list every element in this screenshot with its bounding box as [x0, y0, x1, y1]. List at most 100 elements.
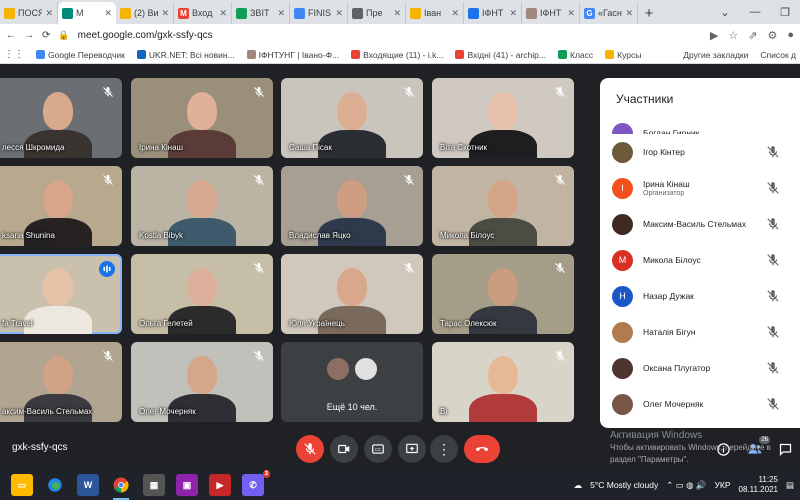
bookmark-item[interactable]: Вхідні (41) - archip... [455, 50, 546, 60]
more-participants-tile[interactable]: Ещё 10 чел. [281, 342, 423, 422]
clock[interactable]: 11:25 08.11.2021 [739, 475, 778, 495]
participant-video-tile[interactable]: лесся Шкромида [0, 78, 122, 158]
new-tab-button[interactable]: + [638, 2, 660, 24]
participant-video-tile[interactable]: Владислав Яцко [281, 166, 423, 246]
camera-toggle-button[interactable] [330, 435, 358, 463]
participant-video-tile[interactable]: Віта Скотник [432, 78, 574, 158]
reload-icon[interactable]: ⟳ [42, 30, 50, 41]
participant-row[interactable]: Оксана Плугатор [600, 350, 800, 386]
mic-muted-icon[interactable] [766, 217, 780, 231]
mic-muted-icon[interactable] [766, 145, 780, 159]
participant-video-tile[interactable]: Ві [432, 342, 574, 422]
bookmark-item[interactable]: Курсы [605, 50, 641, 60]
tab-close-icon[interactable]: ✕ [219, 8, 227, 19]
browser-tab[interactable]: M Вход ✕ [174, 2, 232, 24]
weather-icon[interactable]: ☁ [574, 480, 583, 491]
profile-icon[interactable]: ● [787, 29, 794, 42]
participant-row[interactable]: Н Назар Дужак [600, 278, 800, 314]
participant-video-tile[interactable]: Олег Мочерняк [131, 342, 273, 422]
mic-toggle-button[interactable] [296, 435, 324, 463]
participant-video-tile[interactable]: Kostia Bibyk [131, 166, 273, 246]
forward-icon[interactable]: → [24, 30, 34, 41]
bookmark-folder[interactable]: Список д [760, 50, 796, 60]
weather-text[interactable]: 5°C Mostly cloudy [590, 480, 658, 490]
mic-muted-icon[interactable] [766, 289, 780, 303]
camera-indicator-icon[interactable]: ▶ [710, 29, 718, 42]
tab-close-icon[interactable]: ✕ [161, 8, 169, 19]
browser-tab[interactable]: Пре ✕ [348, 2, 406, 24]
word-icon[interactable]: W [77, 474, 99, 496]
back-icon[interactable]: ← [6, 30, 16, 41]
bookmark-item[interactable]: Google Переводчик [36, 50, 125, 60]
participant-row[interactable]: Максим-Василь Стельмах [600, 206, 800, 242]
participant-video-tile[interactable]: аксим-Василь Стельмах [0, 342, 122, 422]
edge-icon[interactable] [44, 474, 66, 496]
calculator-icon[interactable]: ▦ [143, 474, 165, 496]
participant-video-tile[interactable]: Саша Пісак [281, 78, 423, 158]
extension-icon[interactable]: ⇗ [748, 29, 757, 42]
browser-tab[interactable]: M ✕ [58, 2, 116, 24]
browser-tab[interactable]: G «Гасн ✕ [580, 2, 638, 24]
mic-muted-icon[interactable] [766, 361, 780, 375]
participant-row[interactable]: Олег Мочерняк [600, 386, 800, 422]
tray-icons[interactable]: ⌃ ▭ ◍ 🔊 [666, 480, 706, 491]
tab-close-icon[interactable]: ✕ [45, 8, 53, 19]
bookmark-item[interactable]: Входящие (11) - i.k... [351, 50, 443, 60]
viber-icon[interactable]: ✆ 3 [242, 470, 270, 496]
chat-button[interactable] [776, 440, 794, 458]
participant-row[interactable]: Богдан Гирник [600, 120, 800, 134]
mic-muted-icon[interactable] [766, 181, 780, 195]
mic-muted-icon[interactable] [766, 397, 780, 411]
browser-tab[interactable]: ІФНТ ✕ [522, 2, 580, 24]
participant-video-tile[interactable]: Микола Білоус [432, 166, 574, 246]
participant-row[interactable]: М Микола Білоус [600, 242, 800, 278]
browser-tab[interactable]: (2) Ви ✕ [116, 2, 174, 24]
tab-close-icon[interactable]: ✕ [451, 8, 459, 19]
tab-search-icon[interactable]: ⌄ [710, 6, 740, 19]
participant-row[interactable]: Наталія Бігун [600, 314, 800, 350]
captions-button[interactable]: CC [364, 435, 392, 463]
bookmark-item[interactable]: UKR.NET: Всі новин... [136, 50, 235, 60]
bookmark-item[interactable]: Класс [558, 50, 593, 60]
browser-tab[interactable]: FINIS ✕ [290, 2, 348, 24]
puzzle-icon[interactable]: ⚙ [767, 29, 777, 42]
participant-video-tile[interactable]: fa Travel [0, 254, 122, 334]
notifications-icon[interactable]: ▤ [786, 480, 794, 491]
mic-muted-icon[interactable] [766, 325, 780, 339]
tab-close-icon[interactable]: ✕ [509, 8, 517, 19]
apps-icon[interactable]: ⋮⋮ [4, 49, 24, 60]
tab-close-icon[interactable]: ✕ [335, 8, 343, 19]
bookmark-folder[interactable]: Другие закладки [683, 50, 748, 60]
leave-call-button[interactable] [464, 435, 500, 463]
participant-video-tile[interactable]: Ірина Кінаш [131, 78, 273, 158]
bookmark-item[interactable]: ІФНТУНГ | Івано-Ф... [246, 50, 339, 60]
participant-row[interactable]: І Ірина Кінаш Организатор [600, 170, 800, 206]
save-disk-icon[interactable]: ▣ [176, 474, 198, 496]
minimize-button[interactable]: — [740, 6, 770, 18]
present-button[interactable] [398, 435, 426, 463]
participant-row[interactable]: Ігор Кінтер [600, 134, 800, 170]
participant-video-tile[interactable]: Юля Українець [281, 254, 423, 334]
chrome-icon[interactable] [110, 474, 132, 500]
mic-muted-icon[interactable] [766, 253, 780, 267]
star-icon[interactable]: ☆ [728, 29, 738, 42]
participant-video-tile[interactable]: Тарас Олексюк [432, 254, 574, 334]
browser-tab[interactable]: ІФНТ ✕ [464, 2, 522, 24]
tab-close-icon[interactable]: ✕ [625, 8, 633, 19]
browser-tab[interactable]: ЗВІТ ✕ [232, 2, 290, 24]
tab-close-icon[interactable]: ✕ [104, 8, 112, 19]
file-explorer-icon[interactable]: ▭ [11, 474, 33, 496]
participant-video-tile[interactable]: ksana Shunina [0, 166, 122, 246]
media-player-icon[interactable]: ▶ [209, 474, 231, 496]
tab-close-icon[interactable]: ✕ [277, 8, 285, 19]
url-field[interactable]: meet.google.com/gxk-ssfy-qcs [78, 30, 702, 41]
browser-tab[interactable]: Іван ✕ [406, 2, 464, 24]
maximize-button[interactable]: ❐ [770, 6, 800, 19]
browser-tab[interactable]: ПОСЯ ✕ [0, 2, 58, 24]
participant-video-tile[interactable]: Ольга Гелетей [131, 254, 273, 334]
tab-close-icon[interactable]: ✕ [567, 8, 575, 19]
language-indicator[interactable]: УКР [714, 480, 730, 490]
lock-icon[interactable]: 🔒 [58, 30, 69, 41]
more-options-button[interactable]: ⋮ [430, 435, 458, 463]
tab-close-icon[interactable]: ✕ [393, 8, 401, 19]
